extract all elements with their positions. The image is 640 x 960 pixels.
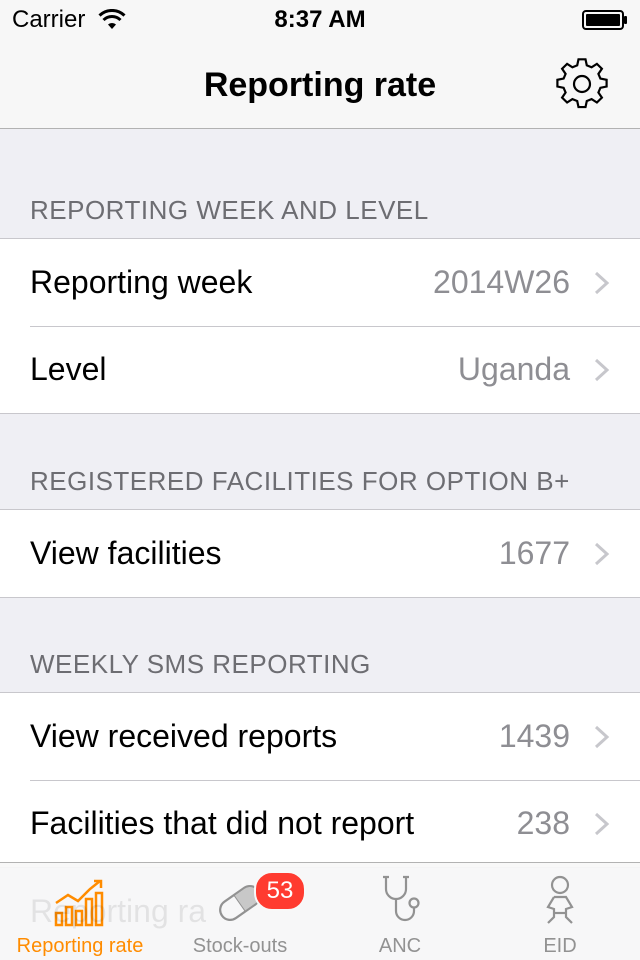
chevron-right-icon (594, 725, 610, 749)
tab-anc[interactable]: ANC (320, 863, 480, 960)
tab-eid[interactable]: EID (480, 863, 640, 960)
group-registered-facilities: View facilities 1677 (0, 509, 640, 598)
row-label: Level (30, 351, 107, 387)
stock-outs-badge: 53 (254, 871, 306, 911)
row-value: 1439 (498, 718, 570, 754)
chevron-right-icon (594, 812, 610, 836)
chevron-right-icon (594, 271, 610, 295)
group-weekly-sms-reporting: View received reports 1439 Facilities th… (0, 692, 640, 868)
tab-label: Stock-outs (192, 935, 288, 957)
status-time: 8:37 AM (274, 6, 366, 33)
row-label: Reporting week (30, 264, 253, 300)
row-label: View received reports (30, 718, 338, 754)
row-label: Facilities that did not report (30, 805, 415, 841)
tab-stock-outs[interactable]: 53 Stock-outs (160, 863, 320, 960)
navigation-bar: Carrier 8:37 AM Reporting rate (0, 0, 640, 129)
stethoscope-icon (383, 875, 420, 922)
status-bar: Carrier 8:37 AM (0, 0, 640, 40)
tab-label: Reporting rate (16, 935, 144, 957)
row-facilities-not-reported[interactable]: Facilities that did not report 238 (0, 780, 640, 867)
row-view-facilities[interactable]: View facilities 1677 (0, 510, 640, 597)
page-title: Reporting rate (203, 66, 437, 104)
row-value: 238 (516, 805, 570, 841)
row-value: 2014W26 (433, 264, 570, 300)
bar-chart-icon (54, 879, 104, 927)
screen: Carrier 8:37 AM Reporting rate REPORTING… (0, 0, 640, 960)
chevron-right-icon (594, 358, 610, 382)
chevron-right-icon (594, 542, 610, 566)
section-header-reporting-week-level: REPORTING WEEK AND LEVEL (30, 195, 429, 225)
tab-label: EID (543, 935, 577, 957)
row-level[interactable]: Level Uganda (0, 326, 640, 413)
tab-label: ANC (378, 935, 422, 957)
row-value: 1677 (498, 535, 570, 571)
tab-reporting-rate[interactable]: Reporting rate (0, 863, 160, 960)
row-reporting-week[interactable]: Reporting week 2014W26 (0, 239, 640, 326)
tab-bar: Reporting rate 53 Stock-outs ANC EID (0, 862, 640, 960)
row-view-received-reports[interactable]: View received reports 1439 (0, 693, 640, 780)
section-header-registered-facilities: REGISTERED FACILITIES FOR OPTION B+ (30, 466, 570, 496)
row-value: Uganda (457, 351, 570, 387)
baby-icon (546, 875, 574, 924)
battery-icon (582, 10, 627, 30)
group-reporting-week-level: Reporting week 2014W26 Level Uganda (0, 238, 640, 414)
row-label: View facilities (30, 535, 222, 571)
gear-icon[interactable] (556, 58, 608, 110)
section-header-weekly-sms-reporting: WEEKLY SMS REPORTING (30, 649, 371, 679)
